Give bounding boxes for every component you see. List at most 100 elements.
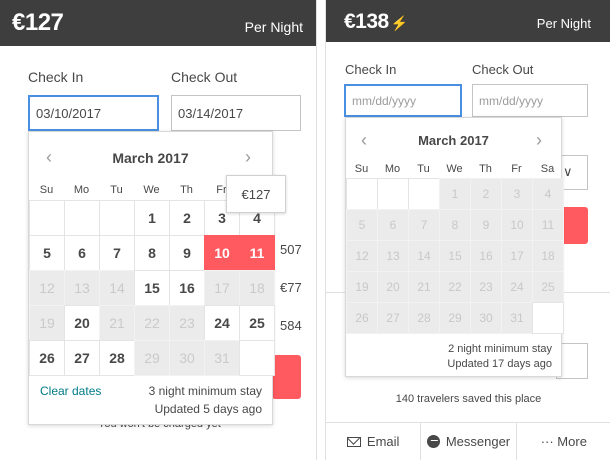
calendar-day[interactable]: 1 (134, 200, 170, 236)
saved-count-note: 140 travelers saved this place (395, 393, 542, 405)
calendar-day: 14 (408, 240, 440, 272)
weekday-label: Sa (540, 163, 555, 175)
calendar-day: 17 (501, 240, 533, 272)
minimum-stay-note: 3 night minimum stay (148, 384, 262, 398)
chevron-right-icon[interactable]: › (245, 147, 251, 168)
calendar-day: 6 (377, 209, 409, 241)
calendar-month-title: March 2017 (418, 133, 489, 148)
calendar-day: 16 (470, 240, 502, 272)
calendar-day[interactable]: 27 (64, 340, 100, 376)
calendar-day[interactable]: 16 (169, 270, 205, 306)
contact-footer: Email Messenger ··· More (326, 422, 610, 460)
price-header: €138 ⚡ Per Night (326, 0, 610, 42)
calendar-day[interactable]: 25 (239, 305, 275, 341)
calendar-day: 26 (346, 302, 378, 334)
calendar-day: 22 (439, 271, 471, 303)
check-in-value: 03/10/2017 (36, 105, 102, 121)
calendar-day[interactable]: 26 (29, 340, 65, 376)
clear-dates-link[interactable]: Clear dates (40, 384, 101, 398)
calendar-day: 31 (204, 340, 240, 376)
nightly-price: €127 (12, 9, 64, 36)
calendar-day: 30 (169, 340, 205, 376)
calendar-day[interactable]: 5 (29, 235, 65, 271)
check-in-label: Check In (28, 69, 84, 85)
weekday-label: Su (354, 163, 369, 175)
calendar-day: 18 (239, 270, 275, 306)
request-to-book-button[interactable] (561, 207, 588, 244)
request-to-book-button[interactable] (272, 355, 301, 399)
calendar-day[interactable]: 15 (134, 270, 170, 306)
calendar-day: 13 (377, 240, 409, 272)
calendar-empty-cell (239, 340, 275, 376)
calendar-day: 24 (501, 271, 533, 303)
calendar-day: 12 (29, 270, 65, 306)
updated-note: Updated 5 days ago (154, 402, 262, 416)
calendar-day[interactable]: 20 (64, 305, 100, 341)
panel-divider (317, 0, 325, 460)
calendar-day[interactable]: 11 (239, 235, 275, 271)
weekday-label: Fr (511, 163, 522, 175)
minimum-stay-note: 2 night minimum stay (448, 343, 552, 355)
calendar-day[interactable]: 10 (204, 235, 240, 271)
check-in-input[interactable]: 03/10/2017 (28, 95, 159, 131)
calendar-day[interactable]: 9 (169, 235, 205, 271)
calendar-day: 21 (408, 271, 440, 303)
calendar-empty-cell (408, 178, 440, 210)
calendar-day: 23 (470, 271, 502, 303)
price-header: €127 Per Night (0, 0, 316, 46)
calendar-day: 25 (532, 271, 564, 303)
messenger-label: Messenger (445, 434, 511, 449)
booking-widget-left: €127 Per Night Check In Check Out 03/10/… (0, 0, 317, 460)
calendar-day: 1 (439, 178, 471, 210)
calendar-day[interactable]: 2 (169, 200, 205, 236)
calendar-day: 5 (346, 209, 378, 241)
calendar-day: 3 (501, 178, 533, 210)
calendar-day: 8 (439, 209, 471, 241)
check-in-input[interactable]: mm/dd/yyyy (344, 84, 462, 117)
calendar-day[interactable]: 6 (64, 235, 100, 271)
calendar-day: 7 (408, 209, 440, 241)
calendar-day[interactable]: 28 (99, 340, 135, 376)
calendar-day: 19 (29, 305, 65, 341)
calendar-empty-cell (64, 200, 100, 236)
calendar-empty-cell (99, 200, 135, 236)
weekday-label: Su (39, 184, 54, 196)
calendar-empty-cell (532, 302, 564, 334)
check-out-label: Check Out (472, 62, 534, 77)
calendar-day: 22 (134, 305, 170, 341)
more-button[interactable]: ··· More (517, 423, 610, 460)
check-in-placeholder: mm/dd/yyyy (352, 93, 417, 108)
calendar-day: 23 (169, 305, 205, 341)
weekday-label: Th (180, 184, 193, 196)
more-label: ··· More (540, 434, 587, 449)
chevron-down-icon: ∨ (563, 164, 573, 179)
weekday-label: Mo (384, 163, 401, 175)
weekday-label: Th (479, 163, 492, 175)
weekday-label: We (143, 184, 160, 196)
check-out-placeholder: mm/dd/yyyy (479, 93, 544, 108)
check-out-input[interactable]: mm/dd/yyyy (472, 84, 588, 117)
calendar-day[interactable]: 24 (204, 305, 240, 341)
calendar-month-title: March 2017 (112, 150, 189, 166)
check-out-input[interactable]: 03/14/2017 (171, 95, 301, 131)
chevron-right-icon[interactable]: › (536, 130, 542, 151)
envelope-icon (346, 436, 361, 447)
calendar-day: 18 (532, 240, 564, 272)
weekday-label: Tu (417, 163, 430, 175)
calendar-day[interactable]: 7 (99, 235, 135, 271)
calendar-day: 29 (439, 302, 471, 334)
check-out-value: 03/14/2017 (178, 105, 244, 121)
email-button[interactable]: Email (326, 423, 422, 460)
price-line-a: 507 (280, 242, 302, 257)
updated-note: Updated 17 days ago (447, 358, 552, 370)
date-picker-calendar: ‹ March 2017 › SuMoTuWeThFrSa 1234567891… (345, 117, 564, 377)
calendar-day[interactable]: 8 (134, 235, 170, 271)
calendar-empty-cell (377, 178, 409, 210)
price-tooltip: €127 (226, 175, 286, 213)
calendar-day: 4 (532, 178, 564, 210)
messenger-button[interactable]: Messenger (421, 423, 517, 460)
calendar-day: 19 (346, 271, 378, 303)
check-in-label: Check In (345, 62, 397, 77)
calendar-day: 14 (99, 270, 135, 306)
calendar-day: 30 (470, 302, 502, 334)
